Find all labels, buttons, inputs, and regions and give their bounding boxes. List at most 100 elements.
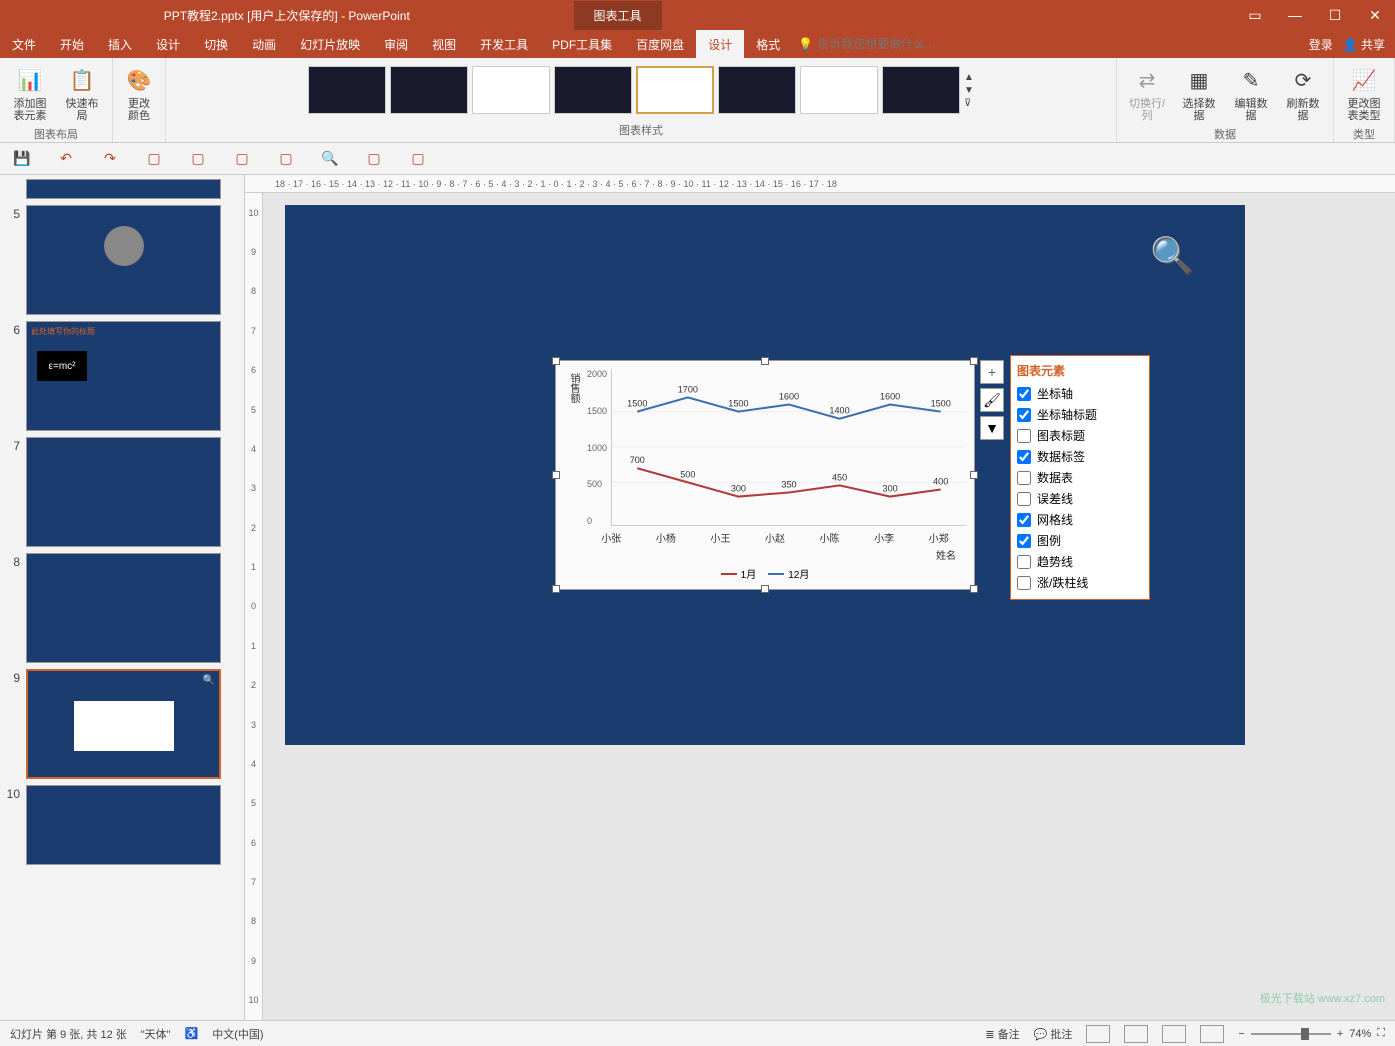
gallery-down-icon[interactable]: ▼ xyxy=(964,85,974,96)
elem-chart-title[interactable]: 图表标题 xyxy=(1017,425,1143,446)
chart-style-8[interactable] xyxy=(882,66,960,114)
qat-btn-6[interactable]: ▢ xyxy=(230,147,254,171)
elem-gridlines[interactable]: 网格线 xyxy=(1017,509,1143,530)
svg-text:1500: 1500 xyxy=(931,399,951,409)
tab-transition[interactable]: 切换 xyxy=(192,30,240,59)
qat-btn-5[interactable]: ▢ xyxy=(186,147,210,171)
popup-title: 图表元素 xyxy=(1017,362,1143,379)
tab-chart-design[interactable]: 设计 xyxy=(696,30,744,59)
elem-updown-bars[interactable]: 涨/跌柱线 xyxy=(1017,572,1143,593)
elem-trendline[interactable]: 趋势线 xyxy=(1017,551,1143,572)
quick-layout-button[interactable]: 📋 快速布局 xyxy=(58,62,106,124)
tab-slideshow[interactable]: 幻灯片放映 xyxy=(288,30,372,59)
elem-data-table[interactable]: 数据表 xyxy=(1017,467,1143,488)
tell-me-icon: 💡 xyxy=(798,37,813,51)
language[interactable]: 中文(中国) xyxy=(212,1026,263,1042)
chart-object[interactable]: 销售额 2000 1500 1000 500 0 xyxy=(555,360,975,590)
slide-thumb-7[interactable] xyxy=(26,437,221,547)
tab-baidu[interactable]: 百度网盘 xyxy=(624,30,696,59)
select-data-button[interactable]: ▦ 选择数据 xyxy=(1175,62,1223,124)
chart-style-4[interactable] xyxy=(554,66,632,114)
sorter-view-button[interactable] xyxy=(1124,1025,1148,1043)
gallery-more-icon[interactable]: ⊽ xyxy=(964,98,974,109)
chart-filters-button[interactable]: ▼ xyxy=(980,416,1004,440)
slide-number: 6 xyxy=(4,321,20,431)
add-chart-element-button[interactable]: 📊 添加图表元素 xyxy=(6,62,54,124)
chart-style-2[interactable] xyxy=(390,66,468,114)
tab-pdf[interactable]: PDF工具集 xyxy=(540,30,624,59)
chart-styles-button[interactable]: 🖌 xyxy=(980,388,1004,412)
chart-style-6[interactable] xyxy=(718,66,796,114)
slide-thumb-8[interactable] xyxy=(26,553,221,663)
window-title: PPT教程2.pptx [用户上次保存的] - PowerPoint xyxy=(0,7,574,24)
tab-chart-format[interactable]: 格式 xyxy=(744,30,792,59)
accessibility-icon[interactable]: ♿ xyxy=(185,1027,199,1040)
tab-home[interactable]: 开始 xyxy=(48,30,96,59)
slide-info: 幻灯片 第 9 张, 共 12 张 xyxy=(10,1026,127,1042)
slide-thumb-9[interactable]: 🔍 xyxy=(26,669,221,779)
normal-view-button[interactable] xyxy=(1086,1025,1110,1043)
zoom-level[interactable]: 74% xyxy=(1349,1028,1371,1040)
chart-style-7[interactable] xyxy=(800,66,878,114)
chart-style-3[interactable] xyxy=(472,66,550,114)
refresh-data-button[interactable]: ⟳ 刷新数据 xyxy=(1279,62,1327,124)
add-element-icon: 📊 xyxy=(14,64,46,96)
close-icon[interactable]: ✕ xyxy=(1355,7,1395,24)
edit-data-button[interactable]: ✎ 编辑数据 xyxy=(1227,62,1275,124)
ribbon-options-icon[interactable]: ▭ xyxy=(1235,7,1275,24)
notes-button[interactable]: ≣ 备注 xyxy=(985,1026,1019,1042)
slide-canvas[interactable]: 🔍 销售额 2000 1500 1000 xyxy=(285,205,1245,745)
color-icon: 🎨 xyxy=(123,64,155,96)
tab-file[interactable]: 文件 xyxy=(0,30,48,59)
elem-axes[interactable]: 坐标轴 xyxy=(1017,383,1143,404)
qat-btn-10[interactable]: ▢ xyxy=(406,147,430,171)
comments-button[interactable]: 💬 批注 xyxy=(1034,1026,1073,1042)
qat-btn-7[interactable]: ▢ xyxy=(274,147,298,171)
elem-data-labels[interactable]: 数据标签 xyxy=(1017,446,1143,467)
ruler-horizontal: 18 · 17 · 16 · 15 · 14 · 13 · 12 · 11 · … xyxy=(245,175,1395,193)
select-data-icon: ▦ xyxy=(1183,64,1215,96)
change-chart-type-button[interactable]: 📈 更改图表类型 xyxy=(1340,62,1388,124)
elem-legend[interactable]: 图例 xyxy=(1017,530,1143,551)
tab-developer[interactable]: 开发工具 xyxy=(468,30,540,59)
slide-thumb-prev[interactable] xyxy=(26,179,221,199)
tab-design[interactable]: 设计 xyxy=(144,30,192,59)
elem-axis-titles[interactable]: 坐标轴标题 xyxy=(1017,404,1143,425)
gallery-up-icon[interactable]: ▲ xyxy=(964,72,974,83)
zoom-out-button[interactable]: − xyxy=(1238,1028,1244,1040)
tab-review[interactable]: 审阅 xyxy=(372,30,420,59)
qat-btn-9[interactable]: ▢ xyxy=(362,147,386,171)
switch-row-col-button[interactable]: ⇄ 切换行/列 xyxy=(1123,62,1171,124)
tell-me-input[interactable] xyxy=(813,33,963,55)
refresh-icon: ⟳ xyxy=(1287,64,1319,96)
share-button[interactable]: 👤 共享 xyxy=(1343,36,1385,53)
login-button[interactable]: 登录 xyxy=(1309,36,1333,53)
undo-button[interactable]: ↶ xyxy=(54,147,78,171)
slideshow-view-button[interactable] xyxy=(1200,1025,1224,1043)
redo-button[interactable]: ↷ xyxy=(98,147,122,171)
change-color-button[interactable]: 🎨 更改颜色 xyxy=(119,62,159,124)
slide-thumb-6[interactable]: 此处填写你的标题ε=mc² xyxy=(26,321,221,431)
slide-panel[interactable]: 5 6 此处填写你的标题ε=mc² 7 8 9 🔍 10 xyxy=(0,175,245,1020)
chart-style-1[interactable] xyxy=(308,66,386,114)
save-button[interactable]: 💾 xyxy=(10,147,34,171)
zoom-in-button[interactable]: + xyxy=(1337,1028,1343,1040)
fit-button[interactable]: ⛶ xyxy=(1377,1027,1385,1040)
y-axis-title: 销售额 xyxy=(564,369,583,526)
elem-error-bars[interactable]: 误差线 xyxy=(1017,488,1143,509)
magnify-icon: 🔍 xyxy=(1150,235,1195,277)
reading-view-button[interactable] xyxy=(1162,1025,1186,1043)
tab-view[interactable]: 视图 xyxy=(420,30,468,59)
qat-btn-4[interactable]: ▢ xyxy=(142,147,166,171)
chart-elements-button[interactable]: + xyxy=(980,360,1004,384)
slide-thumb-5[interactable] xyxy=(26,205,221,315)
styles-group-label: 图表样式 xyxy=(619,120,663,138)
tab-animation[interactable]: 动画 xyxy=(240,30,288,59)
tab-insert[interactable]: 插入 xyxy=(96,30,144,59)
zoom-slider[interactable] xyxy=(1251,1033,1331,1035)
slide-thumb-10[interactable] xyxy=(26,785,221,865)
maximize-icon[interactable]: ☐ xyxy=(1315,7,1355,24)
qat-btn-8[interactable]: 🔍 xyxy=(318,147,342,171)
chart-style-5[interactable] xyxy=(636,66,714,114)
minimize-icon[interactable]: — xyxy=(1275,7,1315,24)
